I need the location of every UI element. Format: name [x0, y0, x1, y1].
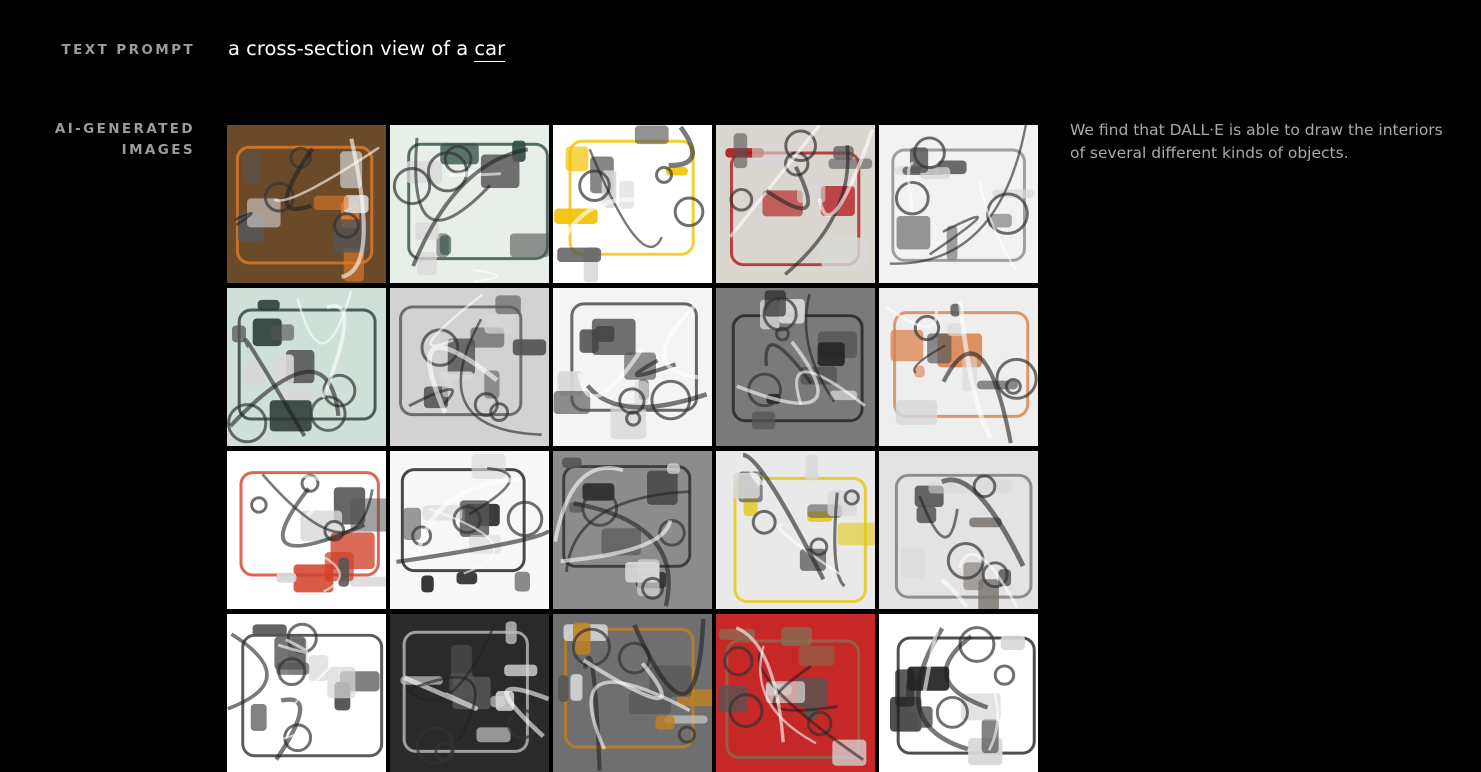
generated-image-1[interactable] — [227, 125, 386, 283]
generated-image-art — [553, 457, 692, 607]
ai-generated-images-label: AI-GENERATED IMAGES — [20, 119, 195, 161]
generated-image-6[interactable] — [227, 288, 386, 446]
generated-image-art — [554, 125, 705, 283]
generated-image-art — [889, 615, 1036, 766]
generated-image-art — [718, 626, 867, 766]
generated-image-5[interactable] — [879, 125, 1038, 283]
generated-image-art — [392, 137, 549, 283]
prompt-text: a cross-section view of a car — [228, 33, 506, 65]
generated-image-art — [227, 622, 384, 761]
generated-image-art — [725, 125, 875, 276]
generated-image-11[interactable] — [227, 451, 386, 609]
generated-image-7[interactable] — [390, 288, 549, 446]
generated-image-art — [558, 618, 712, 771]
generated-image-2[interactable] — [390, 125, 549, 283]
prompt-prefix: a cross-section view of a — [228, 37, 475, 60]
generated-image-17[interactable] — [390, 614, 549, 772]
image-grid — [227, 125, 1039, 772]
generated-image-8[interactable] — [553, 288, 712, 446]
generated-image-14[interactable] — [716, 451, 875, 609]
prompt-keyword-car[interactable]: car — [474, 37, 506, 62]
generated-image-art — [894, 473, 1033, 609]
generated-image-art — [731, 290, 866, 430]
generated-image-art — [889, 125, 1035, 271]
generated-image-19[interactable] — [716, 614, 875, 772]
generated-image-art — [553, 302, 708, 440]
generated-image-20[interactable] — [879, 614, 1038, 772]
generated-image-16[interactable] — [227, 614, 386, 772]
generated-image-art — [399, 293, 547, 436]
generated-image-13[interactable] — [553, 451, 712, 609]
generated-image-10[interactable] — [879, 288, 1038, 446]
generated-image-art — [239, 471, 386, 593]
generated-image-art — [227, 290, 377, 444]
generated-image-art — [884, 300, 1038, 444]
generated-image-18[interactable] — [553, 614, 712, 772]
generated-image-4[interactable] — [716, 125, 875, 283]
generated-image-art — [733, 452, 875, 603]
generated-image-art — [396, 453, 549, 593]
caption-text: We find that DALL·E is able to draw the … — [1070, 121, 1443, 162]
generated-image-12[interactable] — [390, 451, 549, 609]
ai-generated-label-line2: IMAGES — [121, 142, 195, 158]
text-prompt-label: TEXT PROMPT — [61, 42, 195, 58]
ai-generated-label-line1: AI-GENERATED — [54, 121, 195, 137]
generated-image-9[interactable] — [716, 288, 875, 446]
generated-image-art — [234, 138, 380, 282]
generated-image-art — [400, 621, 549, 765]
generated-image-15[interactable] — [879, 451, 1038, 609]
generated-image-3[interactable] — [553, 125, 712, 283]
